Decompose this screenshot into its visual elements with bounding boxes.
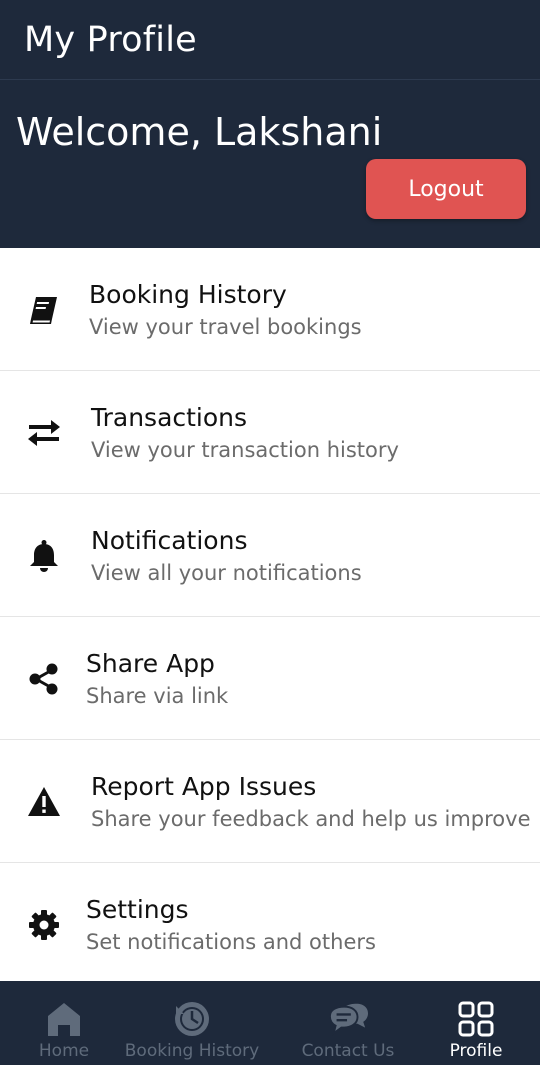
share-icon [26,661,62,697]
menu-item-title: Booking History [89,280,287,309]
menu-item-transactions[interactable]: Transactions View your transaction histo… [0,371,540,494]
menu-item-share-app[interactable]: Share App Share via link [0,617,540,740]
menu-item-subtitle: Share via link [86,684,229,708]
menu-item-title: Notifications [91,526,248,555]
menu-item-subtitle: Share your feedback and help us improve [91,807,531,831]
welcome-text: Welcome, Lakshani [16,110,383,154]
swap-arrows-icon [26,415,62,451]
profile-menu: Booking History View your travel booking… [0,248,540,981]
menu-item-subtitle: View your travel bookings [89,315,362,339]
nav-item-profile[interactable]: Profile [436,981,516,1065]
nav-label: Booking History [124,1041,260,1061]
chat-bubbles-icon [328,999,368,1039]
menu-item-title: Share App [86,649,215,678]
home-icon [44,999,84,1039]
nav-label: Contact Us [301,1041,395,1061]
menu-item-booking-history[interactable]: Booking History View your travel booking… [0,248,540,371]
menu-item-subtitle: View your transaction history [91,438,399,462]
menu-item-notifications[interactable]: Notifications View all your notification… [0,494,540,617]
gear-icon [26,907,62,943]
bottom-navigation: Home Booking History Contact Us Profile [0,981,540,1065]
app-bar: My Profile [0,0,540,80]
page-title: My Profile [24,19,197,60]
menu-item-subtitle: Set notifications and others [86,930,376,954]
menu-item-title: Transactions [91,403,248,432]
nav-item-home[interactable]: Home [24,981,104,1065]
logout-button[interactable]: Logout [366,159,526,219]
menu-item-report-issues[interactable]: Report App Issues Share your feedback an… [0,740,540,863]
bell-icon [26,538,62,574]
nav-label: Profile [449,1041,503,1061]
book-icon [26,292,62,328]
grid-icon [456,999,496,1039]
warning-icon [26,784,62,820]
nav-item-booking-history[interactable]: Booking History [122,981,262,1065]
history-clock-icon [172,999,212,1039]
profile-header: Welcome, Lakshani Logout [0,80,540,248]
menu-item-subtitle: View all your notifications [91,561,362,585]
nav-label: Home [38,1041,90,1061]
nav-item-contact-us[interactable]: Contact Us [298,981,398,1065]
menu-item-settings[interactable]: Settings Set notifications and others [0,863,540,981]
menu-item-title: Report App Issues [91,772,317,801]
menu-item-title: Settings [86,895,189,924]
